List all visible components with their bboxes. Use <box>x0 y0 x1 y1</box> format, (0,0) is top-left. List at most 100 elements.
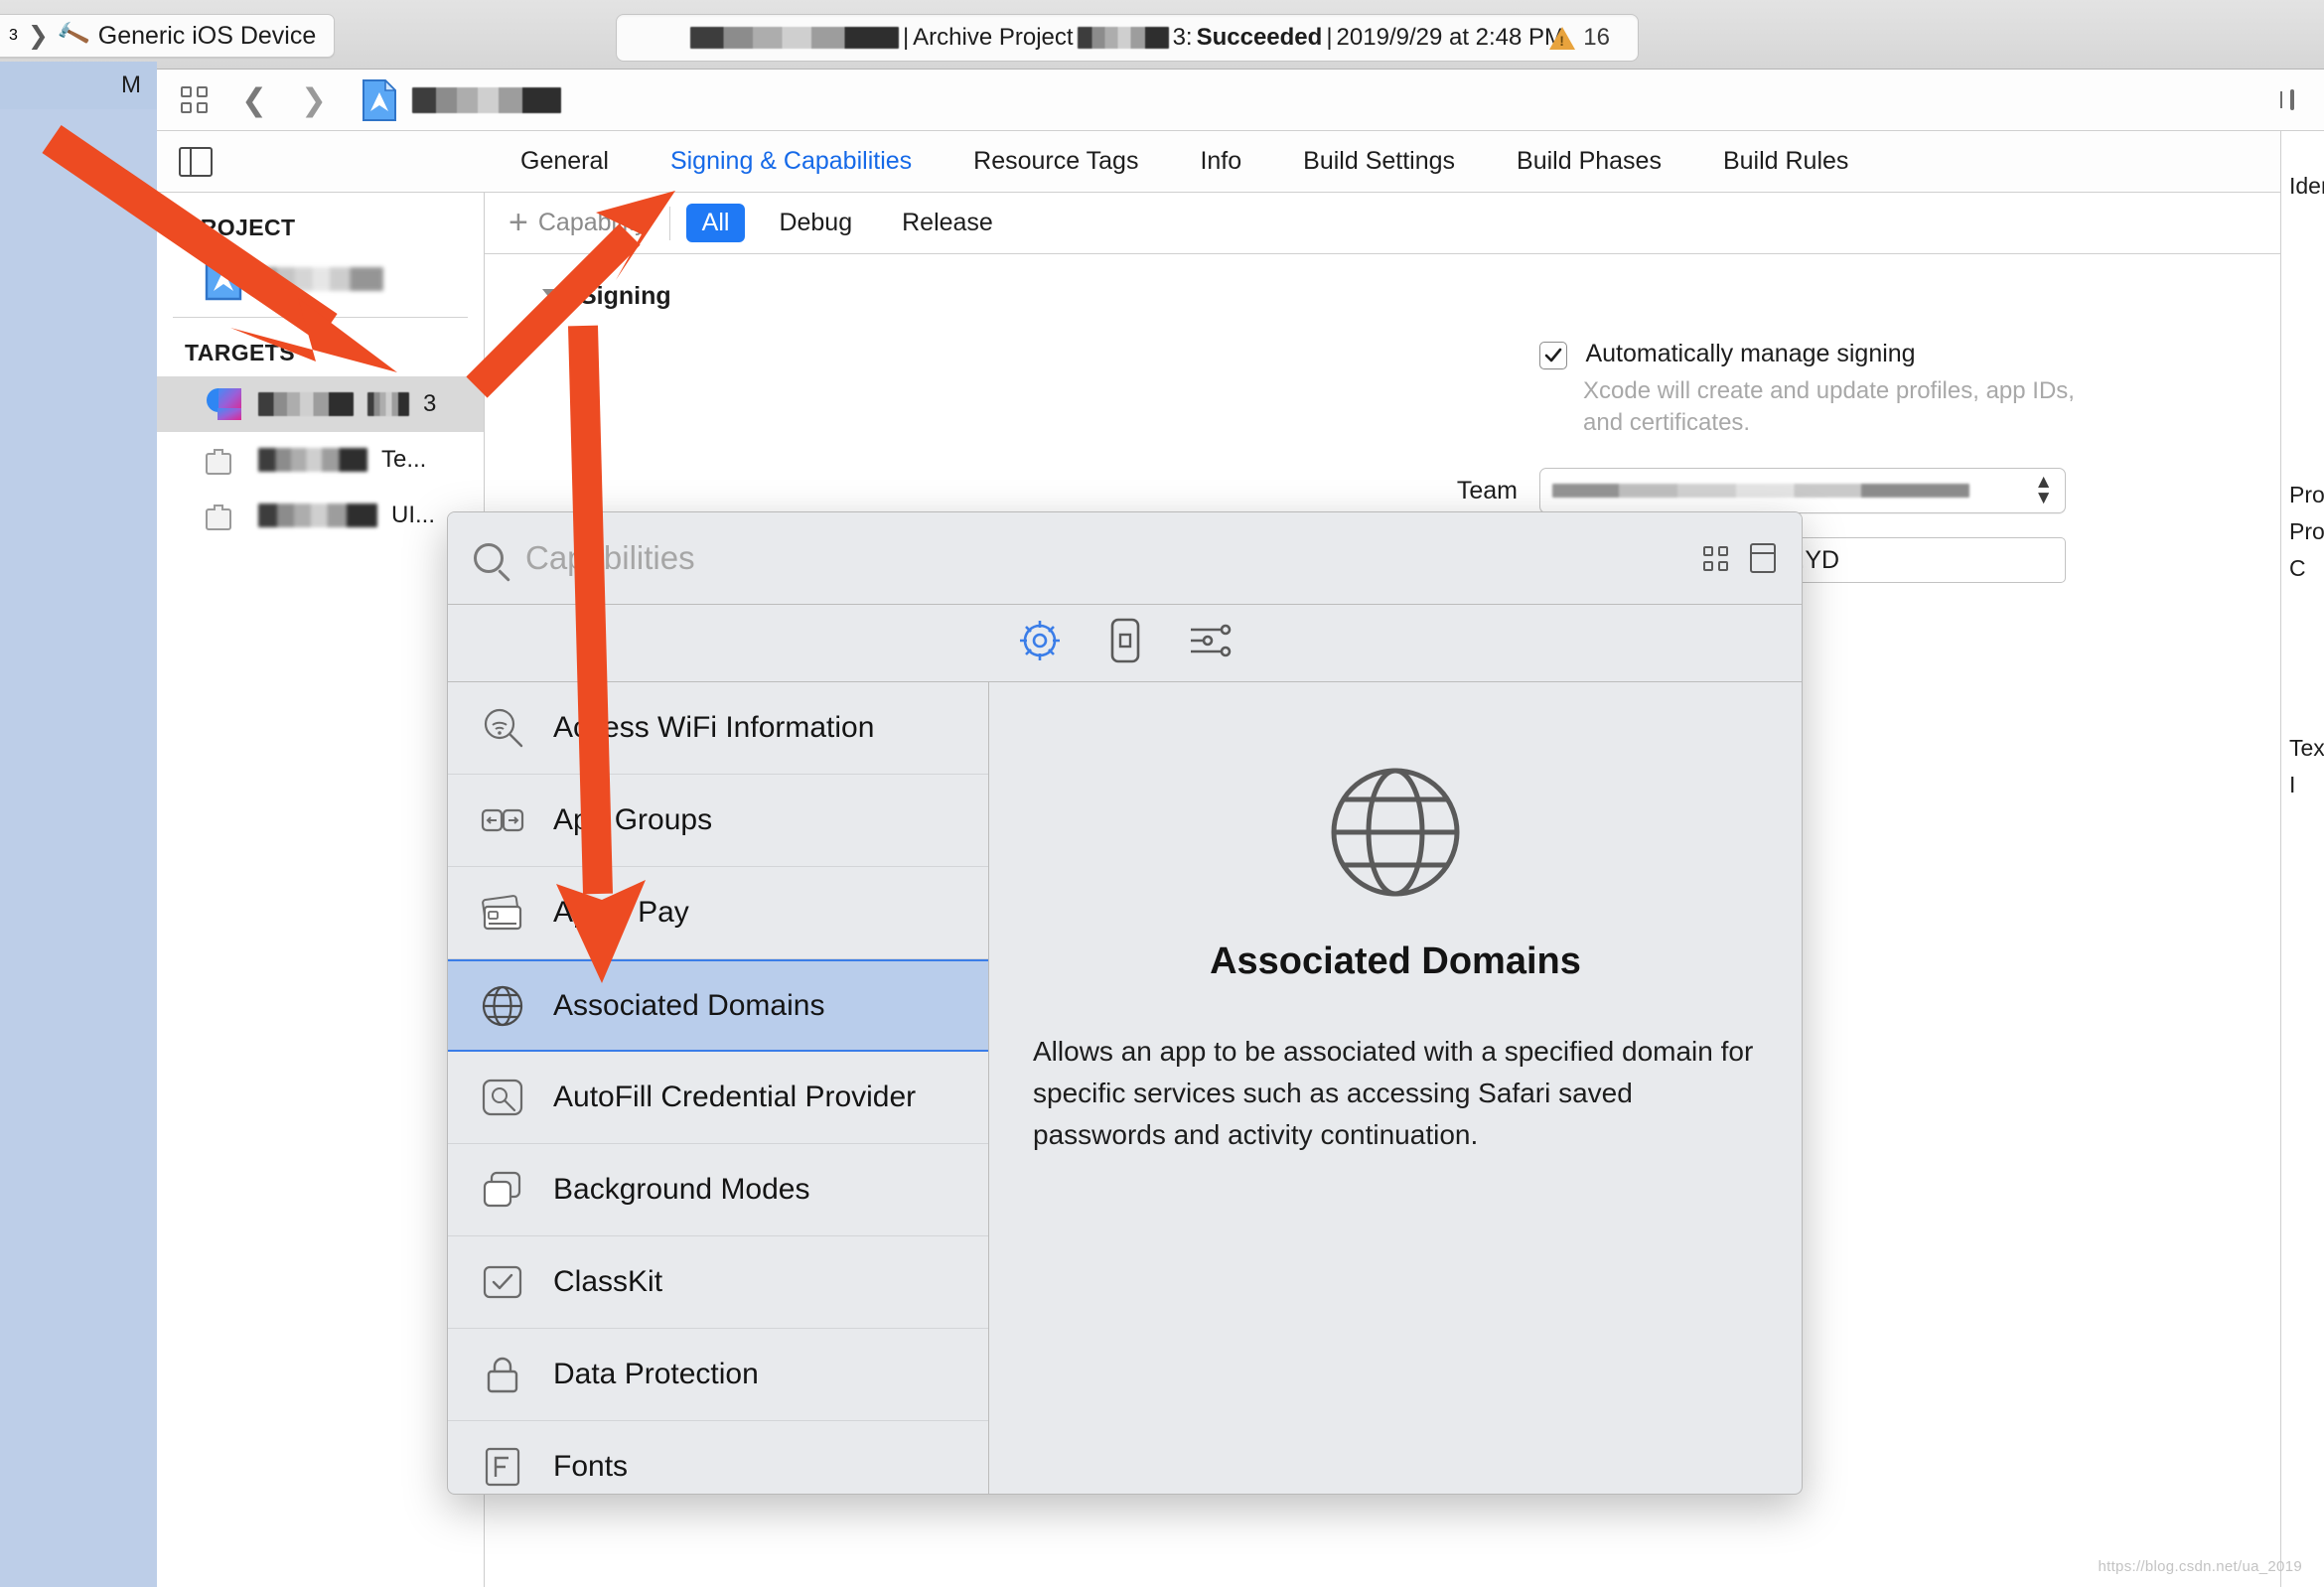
xcode-project-icon <box>362 77 397 121</box>
xcode-window: 3 ❯ 🔨 Generic iOS Device | Archive Proje… <box>0 0 2324 1587</box>
capability-modal-body: Access WiFi Information App Groups Apple… <box>448 682 1802 1494</box>
apple-pay-icon <box>480 890 525 936</box>
status-action-redacted <box>1077 27 1169 49</box>
capability-item-data-protection[interactable]: Data Protection <box>448 1329 988 1421</box>
capability-item-label: Data Protection <box>553 1358 759 1390</box>
capability-item-associated-domains[interactable]: Associated Domains <box>448 959 988 1052</box>
inspector-identity-label: Iden <box>2289 173 2324 199</box>
sidebar-item-target-uitests[interactable]: UI... <box>157 488 484 543</box>
view-mode-buttons <box>1703 543 1776 573</box>
tab-general[interactable]: General <box>520 147 609 176</box>
right-panel-toggle-icon[interactable] <box>2290 88 2294 110</box>
signing-section-header[interactable]: Signing <box>485 254 2282 311</box>
scheme-prefix: 3 <box>9 27 18 44</box>
capability-item-autofill-credential-provider[interactable]: AutoFill Credential Provider <box>448 1052 988 1144</box>
autofill-key-icon <box>480 1075 525 1120</box>
status-sep2: | <box>1326 24 1333 51</box>
inspector-project-sub2: C <box>2289 555 2306 581</box>
capability-item-apple-pay[interactable]: Apple Pay <box>448 867 988 959</box>
auto-manage-row: Automatically manage signing Xcode will … <box>485 340 2282 438</box>
chevron-left-icon[interactable]: ❮ <box>241 84 267 115</box>
status-action-suffix: 3: <box>1172 24 1193 51</box>
scheme-selector[interactable]: 3 ❯ 🔨 Generic iOS Device <box>0 14 336 58</box>
capability-item-background-modes[interactable]: Background Modes <box>448 1144 988 1236</box>
auto-manage-checkbox[interactable] <box>1539 342 1567 369</box>
signing-section-title: Signing <box>580 282 671 310</box>
gear-icon[interactable] <box>1014 615 1066 671</box>
capability-search-input[interactable]: Capabilities <box>525 539 695 577</box>
warning-count: 16 <box>1583 24 1610 51</box>
left-sidebar-toggle-icon[interactable] <box>179 146 213 177</box>
add-capability-label: Capability <box>537 209 648 236</box>
sliders-icon[interactable] <box>1185 615 1236 671</box>
status-datetime: 2019/9/29 at 2:48 PM <box>1336 24 1565 51</box>
team-value-redacted <box>1552 484 1969 499</box>
target-name-redacted-2 <box>367 392 409 416</box>
status-separator: | <box>902 24 910 51</box>
xcode-project-icon <box>205 256 243 301</box>
popup-stepper-icon: ▲ ▼ <box>2034 472 2053 509</box>
capability-item-label: Associated Domains <box>553 988 825 1022</box>
auto-manage-description: Xcode will create and update profiles, a… <box>1583 377 2075 436</box>
warning-triangle-icon <box>1549 26 1576 50</box>
status-action: Archive Project <box>913 24 1074 51</box>
device-icon[interactable] <box>1105 615 1145 671</box>
activity-status-bar[interactable]: | Archive Project 3: Succeeded | 2019/9/… <box>616 14 1639 62</box>
capability-item-fonts[interactable]: Fonts <box>448 1421 988 1494</box>
tab-build-settings[interactable]: Build Settings <box>1303 147 1455 176</box>
add-capability-button[interactable]: + Capability <box>499 205 665 241</box>
team-popup-button[interactable]: ▲ ▼ <box>1539 468 2066 514</box>
inspector-project-label: Pro <box>2289 482 2324 507</box>
auto-manage-label: Automatically manage signing <box>1585 340 1916 367</box>
chevron-right-icon: ❯ <box>27 21 49 50</box>
filter-all-button[interactable]: All <box>685 204 746 242</box>
tab-resource-tags[interactable]: Resource Tags <box>973 147 1138 176</box>
capability-library-dialog: Capabilities Access WiFi Information App… <box>447 511 1803 1495</box>
team-label: Team <box>1456 476 1518 505</box>
sidebar-item-target-app[interactable]: 3 <box>157 376 484 432</box>
sidebar-item-target-tests[interactable]: Te... <box>157 432 484 488</box>
filter-release-button[interactable]: Release <box>886 204 1009 242</box>
list-view-icon[interactable] <box>1750 543 1776 573</box>
breadcrumb-project-redacted <box>411 86 561 113</box>
warning-indicator[interactable]: 16 <box>1549 24 1610 52</box>
jump-bar: ❮ ❯ <box>157 70 2324 131</box>
capability-search-bar: Capabilities <box>448 512 1802 605</box>
project-name-redacted <box>256 267 383 291</box>
filter-debug-button[interactable]: Debug <box>763 204 868 242</box>
capability-item-label: Background Modes <box>553 1173 810 1206</box>
navigator-selected-row[interactable]: M <box>0 62 157 109</box>
tab-build-rules[interactable]: Build Rules <box>1723 147 1848 176</box>
capability-detail-description: Allows an app to be associated with a sp… <box>1033 1036 1754 1150</box>
tab-signing-capabilities[interactable]: Signing & Capabilities <box>670 147 912 176</box>
navigator-list-background <box>0 109 157 1587</box>
tab-build-phases[interactable]: Build Phases <box>1517 147 1662 176</box>
plus-icon: + <box>508 203 528 241</box>
hammer-icon: 🔨 <box>54 17 92 53</box>
sidebar-item-project[interactable] <box>157 251 484 307</box>
watermark-text: https://blog.csdn.net/ua_2019 <box>2098 1558 2302 1575</box>
capability-item-classkit[interactable]: ClassKit <box>448 1236 988 1329</box>
capability-item-app-groups[interactable]: App Groups <box>448 775 988 867</box>
breadcrumb[interactable] <box>411 86 561 113</box>
grid-view-icon[interactable] <box>181 86 208 113</box>
disclosure-triangle-down-icon[interactable] <box>542 289 566 304</box>
tab-info[interactable]: Info <box>1200 147 1241 176</box>
fonts-icon <box>480 1444 525 1490</box>
project-section-header: PROJECT <box>185 215 296 240</box>
capability-item-label: Access WiFi Information <box>553 711 875 744</box>
chevron-right-icon[interactable]: ❯ <box>301 84 327 115</box>
auto-manage-control: Automatically manage signing Xcode will … <box>1539 340 2282 438</box>
navigator-modified-marker: M <box>121 72 141 98</box>
status-result: Succeeded <box>1196 24 1323 51</box>
project-targets-sidebar: PROJECT TARGETS 3 Te... UI... <box>157 193 485 1587</box>
capability-list[interactable]: Access WiFi Information App Groups Apple… <box>448 682 989 1494</box>
toolbar: 3 ❯ 🔨 Generic iOS Device | Archive Proje… <box>0 0 2324 70</box>
capability-toolbar: + Capability All Debug Release <box>485 193 2282 254</box>
test-bundle-icon <box>205 498 244 533</box>
capability-item-access-wifi-information[interactable]: Access WiFi Information <box>448 682 988 775</box>
capability-category-bar <box>448 605 1802 682</box>
status-project-redacted <box>689 27 899 49</box>
grid-view-icon[interactable] <box>1703 545 1728 571</box>
inspector-panel: Iden Pro Pro C Tex I <box>2280 131 2324 1587</box>
